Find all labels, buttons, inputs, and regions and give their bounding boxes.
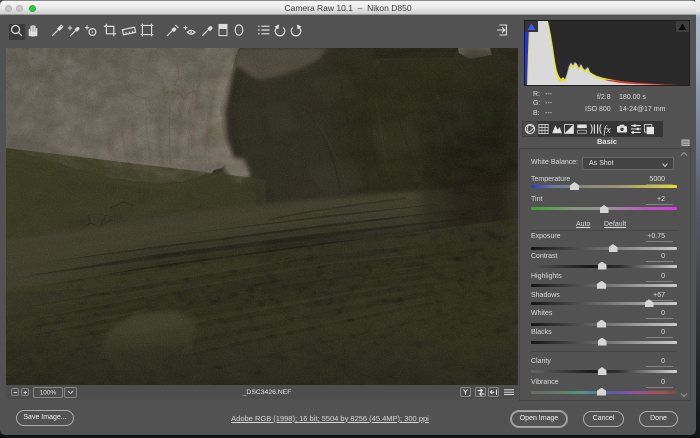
svg-text:fx: fx bbox=[604, 125, 612, 136]
